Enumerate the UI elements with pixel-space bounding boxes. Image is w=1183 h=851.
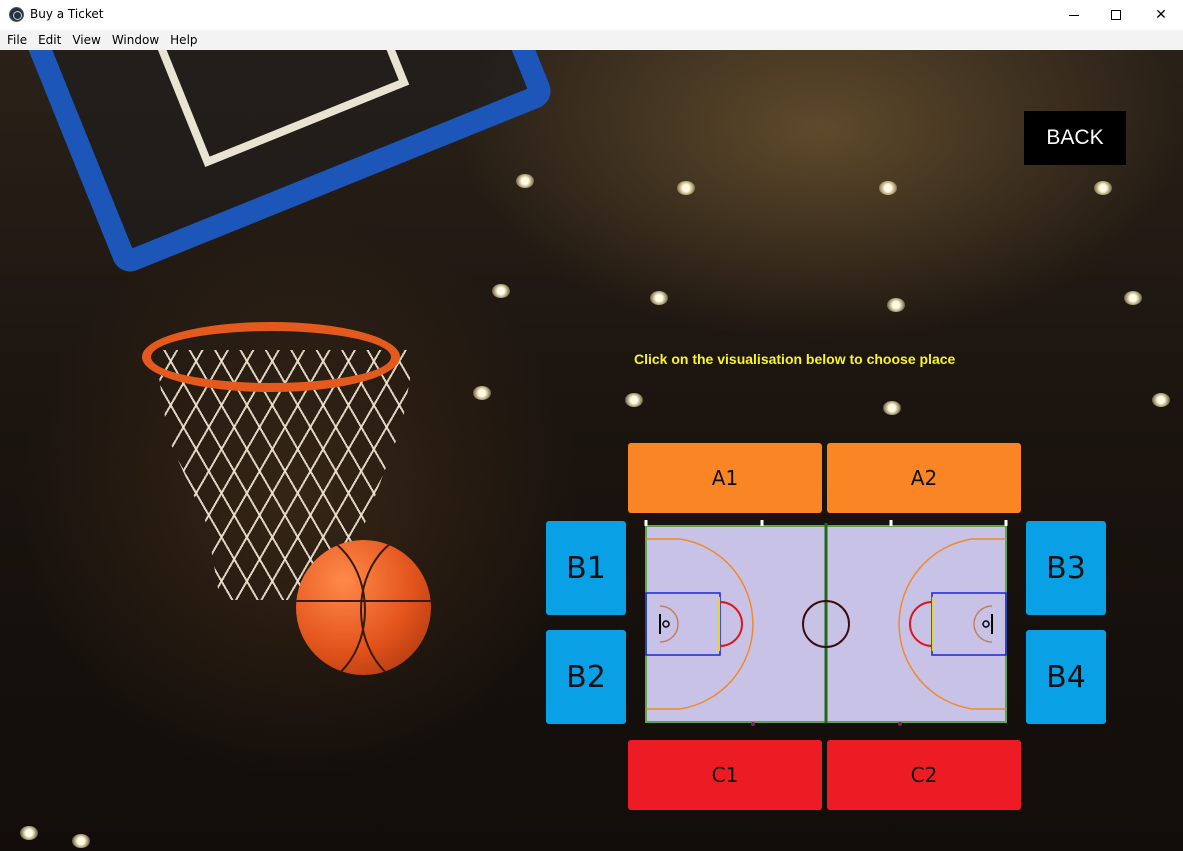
stadium-light	[473, 386, 491, 400]
close-button[interactable]: ✕	[1138, 0, 1183, 30]
stadium-light	[879, 181, 897, 195]
hoop-rim	[142, 322, 400, 392]
section-b3[interactable]: B3	[1026, 521, 1106, 615]
section-c2[interactable]: C2	[827, 740, 1021, 810]
menu-window[interactable]: Window	[108, 33, 163, 47]
backboard-image	[0, 50, 575, 288]
stadium-light	[1152, 393, 1170, 407]
section-c1[interactable]: C1	[628, 740, 822, 810]
stadium-light	[887, 298, 905, 312]
stadium-light	[1094, 181, 1112, 195]
ball-seam	[360, 540, 431, 675]
close-icon: ✕	[1155, 7, 1167, 23]
court-marker	[751, 722, 755, 726]
main-stage: BACK Click on the visualisation below to…	[0, 50, 1183, 851]
menu-help[interactable]: Help	[166, 33, 201, 47]
basketball-image	[296, 540, 431, 675]
section-a2[interactable]: A2	[827, 443, 1021, 513]
court-visualisation[interactable]	[640, 517, 1012, 727]
stadium-light	[625, 393, 643, 407]
section-b1[interactable]: B1	[546, 521, 626, 615]
ball-seam	[296, 540, 366, 675]
stadium-light	[883, 401, 901, 415]
app-icon	[9, 7, 24, 22]
maximize-icon	[1111, 10, 1121, 20]
back-button[interactable]: BACK	[1024, 111, 1126, 165]
stadium-light	[492, 284, 510, 298]
minimize-icon	[1069, 14, 1079, 16]
menu-file[interactable]: File	[3, 33, 31, 47]
stadium-light	[20, 826, 38, 840]
title-bar: Buy a Ticket ✕	[0, 0, 1183, 30]
minimize-button[interactable]	[1051, 0, 1097, 30]
menu-view[interactable]: View	[68, 33, 104, 47]
stadium-light	[650, 291, 668, 305]
stadium-light	[1124, 291, 1142, 305]
choose-place-hint: Click on the visualisation below to choo…	[634, 351, 956, 367]
stadium-light	[72, 834, 90, 848]
stadium-light	[516, 174, 534, 188]
maximize-button[interactable]	[1093, 0, 1139, 30]
menu-edit[interactable]: Edit	[34, 33, 65, 47]
section-a1[interactable]: A1	[628, 443, 822, 513]
court-marker	[898, 722, 902, 726]
section-b4[interactable]: B4	[1026, 630, 1106, 724]
window-title: Buy a Ticket	[30, 7, 104, 21]
ball-seam	[296, 600, 431, 602]
menu-bar: File Edit View Window Help	[0, 30, 1183, 50]
stadium-light	[677, 181, 695, 195]
section-b2[interactable]: B2	[546, 630, 626, 724]
